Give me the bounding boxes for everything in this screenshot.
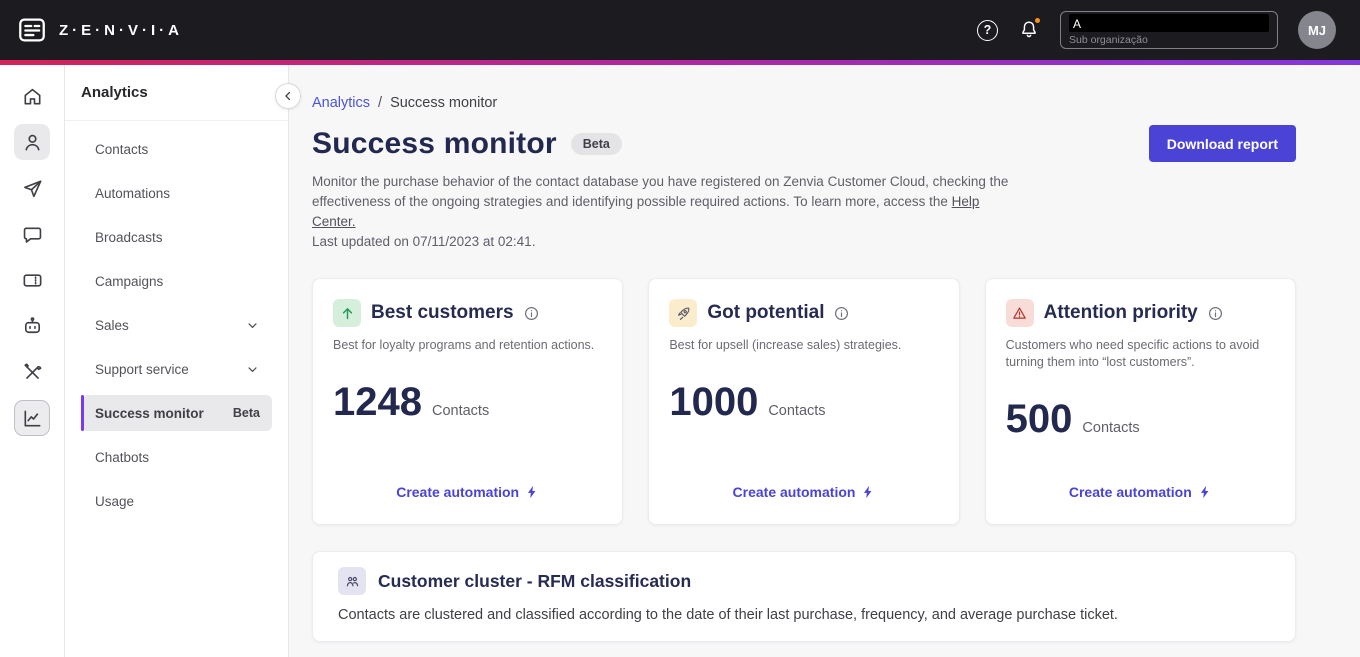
- sidebar-item-chatbots[interactable]: Chatbots: [81, 439, 272, 475]
- page-description: Monitor the purchase behavior of the con…: [312, 174, 1009, 249]
- create-automation-link[interactable]: Create automation: [396, 484, 539, 500]
- sidebar-item-usage[interactable]: Usage: [81, 483, 272, 519]
- zenvia-logo-icon: [16, 14, 48, 46]
- beta-badge: Beta: [570, 132, 622, 155]
- sidebar-item-sales[interactable]: Sales: [81, 307, 272, 343]
- chatbot-icon[interactable]: [14, 308, 50, 344]
- lightning-icon: [864, 485, 872, 499]
- main-content: Analytics / Success monitor Success moni…: [289, 65, 1360, 657]
- info-icon[interactable]: [1208, 306, 1223, 321]
- sidebar-item-automations[interactable]: Automations: [81, 175, 272, 211]
- sidebar: Analytics Contacts Automations Broadcast…: [65, 65, 301, 657]
- card-title: Attention priority: [1043, 302, 1198, 323]
- lightning-icon: [1200, 485, 1209, 499]
- last-updated: Last updated on 07/11/2023 at 02:41.: [312, 234, 536, 249]
- breadcrumb-separator: /: [378, 95, 383, 111]
- contact-count: 500: [1005, 397, 1073, 441]
- sidebar-item-contacts[interactable]: Contacts: [81, 131, 272, 167]
- warning-icon: [1005, 299, 1034, 327]
- arrow-up-icon: [333, 299, 361, 327]
- segment-cards: Best customers Best for loyalty programs…: [312, 278, 1296, 525]
- create-automation-link[interactable]: Create automation: [1069, 484, 1212, 500]
- create-automation-link[interactable]: Create automation: [733, 484, 876, 500]
- tickets-icon[interactable]: [14, 262, 50, 298]
- rocket-icon: [669, 299, 698, 327]
- tools-icon[interactable]: [14, 354, 50, 390]
- got-potential-card: Got potential Best for upsell (increase …: [648, 278, 960, 525]
- count-unit: Contacts: [431, 403, 490, 419]
- customer-cluster-card: Customer cluster - RFM classification Co…: [312, 551, 1296, 642]
- sidebar-item-campaigns[interactable]: Campaigns: [81, 263, 272, 299]
- cluster-title: Customer cluster - RFM classification: [378, 570, 692, 591]
- people-group-icon: [338, 567, 366, 595]
- page-title: Success monitor: [312, 126, 557, 160]
- lightning-icon: [528, 485, 536, 499]
- count-unit: Contacts: [1082, 420, 1140, 436]
- card-description: Customers who need specific actions to a…: [1005, 338, 1260, 369]
- breadcrumb-analytics-link[interactable]: Analytics: [312, 95, 370, 111]
- attention-priority-card: Attention priority Customers who need sp…: [984, 278, 1296, 525]
- notifications-bell-icon[interactable]: [1018, 16, 1042, 41]
- help-icon[interactable]: ?: [977, 19, 998, 41]
- card-title: Best customers: [371, 302, 514, 323]
- beta-badge: Beta: [232, 406, 260, 420]
- broadcasts-send-icon[interactable]: [14, 170, 50, 206]
- card-title: Got potential: [707, 302, 825, 323]
- download-report-button[interactable]: Download report: [1148, 125, 1296, 162]
- organization-selector[interactable]: A Sub organização: [1060, 11, 1278, 49]
- organization-name-redacted: A: [1069, 14, 1269, 32]
- count-unit: Contacts: [768, 403, 826, 419]
- topbar: Z·E·N·V·I·A ? A Sub organização MJ: [0, 0, 1360, 60]
- sidebar-item-success-monitor[interactable]: Success monitor Beta: [81, 395, 272, 431]
- chevron-down-icon: [245, 362, 260, 377]
- sidebar-item-support-service[interactable]: Support service: [81, 351, 272, 387]
- conversations-chat-icon[interactable]: [14, 216, 50, 252]
- info-icon[interactable]: [834, 306, 849, 321]
- card-description: Best for upsell (increase sales) strateg…: [669, 338, 902, 352]
- breadcrumb-current: Success monitor: [390, 95, 498, 111]
- brand-name: Z·E·N·V·I·A: [59, 21, 183, 39]
- contact-count: 1000: [669, 380, 759, 424]
- cluster-description: Contacts are clustered and classified ac…: [338, 607, 1118, 623]
- info-icon[interactable]: [524, 306, 539, 321]
- sub-organization-label: Sub organização: [1069, 34, 1148, 46]
- contacts-icon[interactable]: [14, 124, 50, 160]
- analytics-icon[interactable]: [14, 400, 50, 436]
- notification-dot: [1033, 16, 1042, 25]
- home-icon[interactable]: [14, 78, 50, 114]
- sidebar-item-broadcasts[interactable]: Broadcasts: [81, 219, 272, 255]
- breadcrumb: Analytics / Success monitor: [312, 95, 1296, 111]
- icon-rail: [0, 65, 65, 657]
- card-description: Best for loyalty programs and retention …: [333, 338, 595, 352]
- best-customers-card: Best customers Best for loyalty programs…: [312, 278, 624, 525]
- contact-count: 1248: [333, 380, 422, 424]
- chevron-down-icon: [245, 318, 260, 333]
- avatar[interactable]: MJ: [1298, 11, 1336, 49]
- sidebar-collapse-button[interactable]: [275, 83, 301, 109]
- brand: Z·E·N·V·I·A: [16, 14, 183, 46]
- sidebar-title: Analytics: [65, 65, 288, 121]
